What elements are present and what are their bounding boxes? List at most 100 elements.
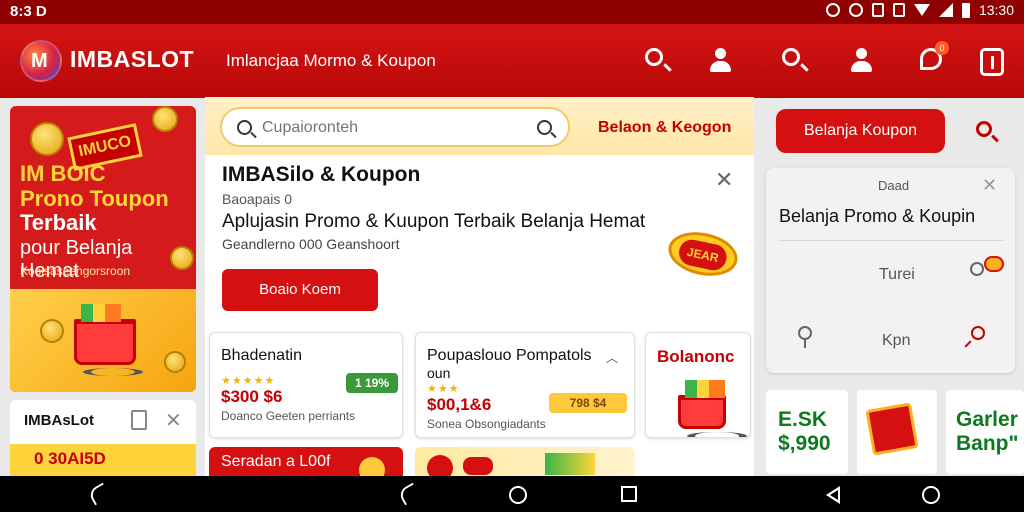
sim-icon	[892, 3, 905, 17]
status-bar: 8:3 D 13:30	[0, 0, 1024, 24]
tile-line-1: E.SK	[778, 408, 828, 431]
promo-banner-art	[10, 289, 196, 392]
back-icon[interactable]	[397, 482, 421, 506]
price-tile[interactable]: E.SK $,990	[766, 390, 848, 474]
product-name: Bolanonc	[657, 347, 735, 366]
magnifier-icon[interactable]	[970, 262, 984, 276]
cash-icon	[545, 453, 595, 475]
cart-button[interactable]	[980, 48, 1006, 76]
user-icon	[849, 48, 873, 74]
panel-item-1[interactable]: Turei	[879, 266, 915, 284]
back-icon[interactable]	[87, 482, 111, 506]
app-bar-title: Imlancjaa Mormo & Koupon	[226, 51, 436, 70]
product-rating: ★★★	[427, 383, 460, 395]
home-icon[interactable]	[509, 486, 527, 504]
shop-coupon-button[interactable]: Belanja Koupon	[776, 109, 945, 153]
promo-banner[interactable]: IMUCO IM BOIC Prono Toupon Terbaik pour …	[10, 106, 196, 392]
chevron-up-icon[interactable]: ︿	[606, 349, 618, 366]
search-icon	[782, 48, 800, 66]
product-rating: ★★★★★	[221, 375, 276, 387]
profile-button[interactable]	[849, 48, 875, 74]
search-icon	[976, 121, 992, 137]
coin-icon	[359, 457, 385, 477]
coupon-panel: Daad ✕ Belanja Promo & Koupin Turei Kpn	[766, 168, 1015, 373]
shopping-cart-icon	[678, 380, 747, 437]
search-icon	[645, 48, 663, 66]
home-icon[interactable]	[922, 486, 940, 504]
panel-title: Daad	[878, 178, 910, 193]
product-name-line2: oun	[427, 365, 451, 381]
search-box[interactable]	[220, 107, 570, 147]
coin-icon	[30, 122, 64, 156]
tile-line-2: $,990	[778, 432, 831, 455]
product-card[interactable]: Poupaslouo Pompatols ︿ oun ★★★ $00,1&6 S…	[415, 332, 635, 438]
bottom-strip-label: Seradan a L00f	[221, 453, 331, 470]
gift-tile[interactable]	[857, 390, 937, 474]
status-time-right: 13:30	[978, 2, 1014, 18]
product-sold-count: Sonea Obsongiadants	[427, 417, 546, 431]
close-icon[interactable]: ✕	[165, 408, 182, 433]
status-icons: 13:30	[825, 2, 1014, 18]
bottom-promo-strip-2[interactable]	[415, 447, 635, 477]
search-input[interactable]	[262, 115, 522, 141]
hero-cta-button[interactable]: Boaio Koem	[222, 269, 378, 311]
battery-icon	[961, 2, 970, 18]
bell-icon: 0	[920, 41, 949, 70]
notifications-button[interactable]: 0	[920, 41, 949, 74]
notification-badge: 0	[935, 41, 949, 55]
sync-icon	[848, 3, 863, 17]
product-name: Poupaslouo Pompatols	[427, 347, 592, 364]
close-icon[interactable]: ✕	[982, 175, 997, 196]
status-time-left: 8:3 D	[10, 3, 47, 20]
tile-line-1: Garler	[956, 408, 1018, 431]
mini-card-name: IMBAsLot	[24, 412, 94, 429]
document-icon[interactable]	[131, 410, 147, 430]
product-sold-count: Doanco Geeten perriants	[221, 409, 356, 423]
panel-item-2[interactable]: Kpn	[882, 332, 910, 350]
hero-title: IMBASilo & Koupon	[222, 163, 421, 186]
product-card[interactable]: Bolanonc	[645, 332, 751, 438]
account-button[interactable]	[708, 48, 734, 74]
search-icon	[237, 120, 252, 135]
search-button-right[interactable]	[976, 121, 992, 137]
search-button-secondary[interactable]	[782, 48, 808, 74]
wifi-icon	[913, 4, 930, 16]
pin-icon[interactable]	[971, 326, 985, 340]
system-nav-bar	[0, 476, 1024, 512]
location-icon[interactable]	[798, 326, 812, 348]
search-button[interactable]	[645, 48, 671, 74]
coin-icon	[170, 246, 194, 270]
search-submit-icon[interactable]	[537, 120, 552, 135]
mini-wallet-card[interactable]: IMBAsLot ✕ 0 30AI5D	[10, 400, 196, 480]
back-triangle-icon[interactable]	[826, 486, 840, 504]
product-name: Bhadenatin	[221, 347, 302, 364]
product-price: $00,1&6	[427, 395, 492, 414]
product-card[interactable]: Bhadenatin ★★★★★ $300 $6 Doanco Geeten p…	[209, 332, 403, 438]
hero-card: IMBASilo & Koupon Baoapais 0 Aplujasin P…	[205, 155, 754, 323]
promo-tile[interactable]: Garler Banp"	[946, 390, 1024, 474]
coin-icon	[164, 351, 186, 373]
coupon-link[interactable]: Belaon & Keogon	[598, 119, 731, 137]
hero-tagline: Aplujasin Promo & Kuupon Terbaik Belanja…	[222, 211, 646, 232]
user-icon	[708, 48, 732, 74]
discount-badge: 798 $4	[549, 393, 627, 413]
close-icon[interactable]: ✕	[715, 167, 733, 193]
app-logo-icon[interactable]	[20, 40, 62, 82]
panel-heading: Belanja Promo & Koupin	[779, 206, 976, 226]
tile-line-2: Banp"	[956, 432, 1019, 455]
app-brand[interactable]: IMBASLOT	[70, 46, 194, 73]
recents-icon[interactable]	[621, 486, 637, 502]
coupon-badge-icon	[984, 256, 1004, 272]
bottom-promo-strip[interactable]: Seradan a L00f	[209, 447, 403, 477]
gift-box-icon	[865, 402, 919, 456]
signal-icon	[938, 3, 953, 17]
bag-icon	[980, 48, 1004, 76]
promo-headline-top: IM BOIC	[20, 161, 106, 186]
coupon-icon	[427, 455, 453, 477]
coin-icon	[152, 106, 178, 132]
hero-caption: Geandlerno 000 Geanshoort	[222, 236, 400, 252]
coupon-tag-icon: JEAR	[664, 226, 742, 282]
coupon-icon	[463, 457, 493, 475]
main-content: Belaon & Keogon IMBASilo & Koupon Baoapa…	[205, 97, 754, 477]
promo-headline-2: Terbaik	[20, 210, 97, 235]
